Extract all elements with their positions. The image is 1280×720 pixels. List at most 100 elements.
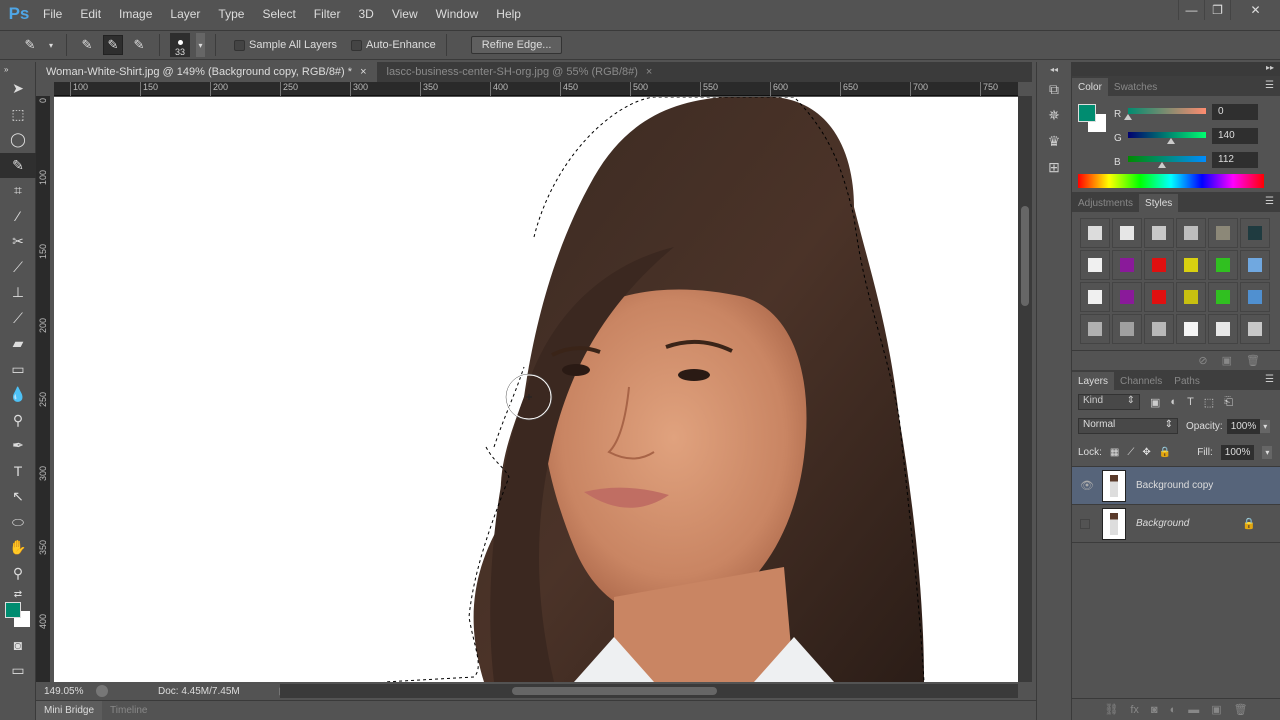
eraser-tool-icon[interactable]: ▰ (0, 331, 36, 357)
new-style-icon[interactable]: ▣ (1222, 354, 1232, 367)
menu-view[interactable]: View (383, 7, 427, 21)
tab-lascc-business-center[interactable]: lascc-business-center-SH-org.jpg @ 55% (… (377, 62, 663, 82)
style-swatch[interactable] (1240, 282, 1270, 312)
scroll-thumb[interactable] (1021, 206, 1029, 306)
horizontal-scrollbar[interactable] (280, 684, 1018, 698)
marquee-tool-icon[interactable]: ⬚ (0, 102, 36, 128)
menu-window[interactable]: Window (427, 7, 488, 21)
lock-position-icon[interactable]: ✥ (1142, 447, 1150, 458)
tab-timeline[interactable]: Timeline (102, 701, 155, 720)
checkbox-box[interactable] (351, 39, 363, 51)
new-group-icon[interactable]: ▬ (1188, 704, 1199, 716)
history-brush-tool-icon[interactable]: ⟋ (0, 306, 36, 332)
tab-paths[interactable]: Paths (1168, 372, 1206, 390)
color-swatches[interactable] (0, 602, 35, 632)
menu-image[interactable]: Image (110, 7, 161, 21)
foreground-color-swatch[interactable] (5, 602, 21, 618)
kind-filter-select[interactable]: Kind ⇕ (1078, 394, 1140, 410)
style-swatch[interactable] (1240, 314, 1270, 344)
lock-image-icon[interactable]: ⟋ (1127, 447, 1134, 458)
b-value-input[interactable]: 112 (1212, 152, 1258, 168)
panel-menu-icon[interactable]: ☰ (1265, 196, 1274, 207)
style-swatch[interactable] (1112, 250, 1142, 280)
path-selection-tool-icon[interactable]: ↖ (0, 484, 36, 510)
checkbox-box[interactable] (234, 39, 245, 51)
style-swatch[interactable] (1240, 218, 1270, 248)
style-swatch[interactable] (1176, 282, 1206, 312)
clone-stamp-tool-icon[interactable]: ⊥ (0, 280, 36, 306)
style-swatch[interactable] (1144, 218, 1174, 248)
restore-button[interactable]: ❐ (1204, 0, 1230, 20)
preset-dropdown-icon[interactable]: ▾ (46, 35, 56, 55)
panel-collapse-icon[interactable]: ▸▸ (1266, 63, 1274, 72)
g-value-input[interactable]: 140 (1212, 128, 1258, 144)
new-layer-icon[interactable]: ▣ (1211, 703, 1221, 716)
blend-mode-select[interactable]: Normal ⇕ (1078, 418, 1178, 434)
clear-style-icon[interactable]: ⊘ (1198, 354, 1207, 367)
swap-colors-icon[interactable]: ⇄ (0, 586, 36, 602)
vertical-scrollbar[interactable] (1018, 96, 1032, 682)
auto-enhance-checkbox[interactable]: Auto-Enhance (351, 39, 436, 51)
style-swatch[interactable] (1112, 282, 1142, 312)
style-swatch[interactable] (1208, 282, 1238, 312)
delete-layer-icon[interactable]: 🗑 (1234, 703, 1248, 716)
menu-type[interactable]: Type (209, 7, 253, 21)
healing-brush-tool-icon[interactable]: ✂ (0, 229, 36, 255)
style-swatch[interactable] (1176, 218, 1206, 248)
blur-tool-icon[interactable]: 💧 (0, 382, 36, 408)
dock-collapse-icon[interactable]: ◂◂ (1037, 62, 1071, 76)
r-slider-knob[interactable] (1124, 114, 1132, 120)
clone-source-icon[interactable]: ♛ (1037, 128, 1071, 154)
scroll-thumb[interactable] (512, 687, 717, 695)
menu-layer[interactable]: Layer (161, 7, 209, 21)
panel-menu-icon[interactable]: ☰ (1265, 374, 1274, 385)
style-swatch[interactable] (1080, 218, 1110, 248)
tab-mini-bridge[interactable]: Mini Bridge (36, 701, 103, 720)
style-swatch[interactable] (1144, 250, 1174, 280)
style-swatch[interactable] (1208, 314, 1238, 344)
gradient-tool-icon[interactable]: ▭ (0, 357, 36, 383)
dodge-tool-icon[interactable]: ⚲ (0, 408, 36, 434)
menu-select[interactable]: Select (253, 7, 304, 21)
opacity-input[interactable]: 100% (1226, 418, 1261, 434)
style-swatch[interactable] (1208, 250, 1238, 280)
quick-selection-tool-icon[interactable]: ✎ (0, 152, 36, 178)
hand-tool-icon[interactable]: ✋ (0, 535, 36, 561)
r-slider[interactable] (1128, 108, 1206, 114)
status-info-icon[interactable] (96, 685, 108, 697)
b-slider-knob[interactable] (1158, 162, 1167, 168)
style-swatch[interactable] (1144, 314, 1174, 344)
lock-transparent-icon[interactable]: ▦ (1110, 447, 1119, 458)
fg-color-chip[interactable] (1078, 104, 1096, 122)
style-swatch[interactable] (1240, 250, 1270, 280)
sample-all-layers-checkbox[interactable]: Sample All Layers (234, 39, 337, 51)
panel-menu-icon[interactable]: ☰ (1265, 80, 1274, 91)
zoom-level[interactable]: 149.05% (44, 686, 90, 697)
document-canvas[interactable] (54, 97, 1018, 682)
tab-swatches[interactable]: Swatches (1108, 78, 1163, 96)
b-slider[interactable] (1128, 156, 1206, 162)
close-tab-icon[interactable]: × (360, 66, 366, 78)
quick-mask-icon[interactable]: ◙ (0, 632, 36, 658)
filter-adjustment-icon[interactable]: ◐ (1170, 396, 1177, 408)
layer-background-copy[interactable]: 👁 Background copy (1072, 467, 1280, 505)
refine-edge-button[interactable]: Refine Edge... (470, 36, 563, 54)
tab-styles[interactable]: Styles (1139, 194, 1179, 212)
layer-style-icon[interactable]: fx (1130, 704, 1139, 716)
visibility-toggle-icon[interactable] (1080, 518, 1090, 529)
style-swatch[interactable] (1208, 218, 1238, 248)
minimize-button[interactable]: — (1178, 0, 1204, 20)
quick-selection-tool-preset-icon[interactable]: ✎ (20, 35, 40, 55)
menu-3d[interactable]: 3D (349, 7, 382, 21)
add-mask-icon[interactable]: ◙ (1151, 704, 1158, 716)
tab-channels[interactable]: Channels (1114, 372, 1168, 390)
filter-shape-icon[interactable]: ⬚ (1204, 396, 1214, 409)
fill-input[interactable]: 100% (1220, 444, 1255, 460)
tab-adjustments[interactable]: Adjustments (1072, 194, 1139, 212)
style-swatch[interactable] (1080, 314, 1110, 344)
zoom-tool-icon[interactable]: ⚲ (0, 561, 36, 587)
lock-all-icon[interactable]: 🔒 (1159, 447, 1171, 458)
style-swatch[interactable] (1080, 282, 1110, 312)
menu-filter[interactable]: Filter (305, 7, 350, 21)
brush-size-picker[interactable]: 33 (170, 33, 190, 57)
